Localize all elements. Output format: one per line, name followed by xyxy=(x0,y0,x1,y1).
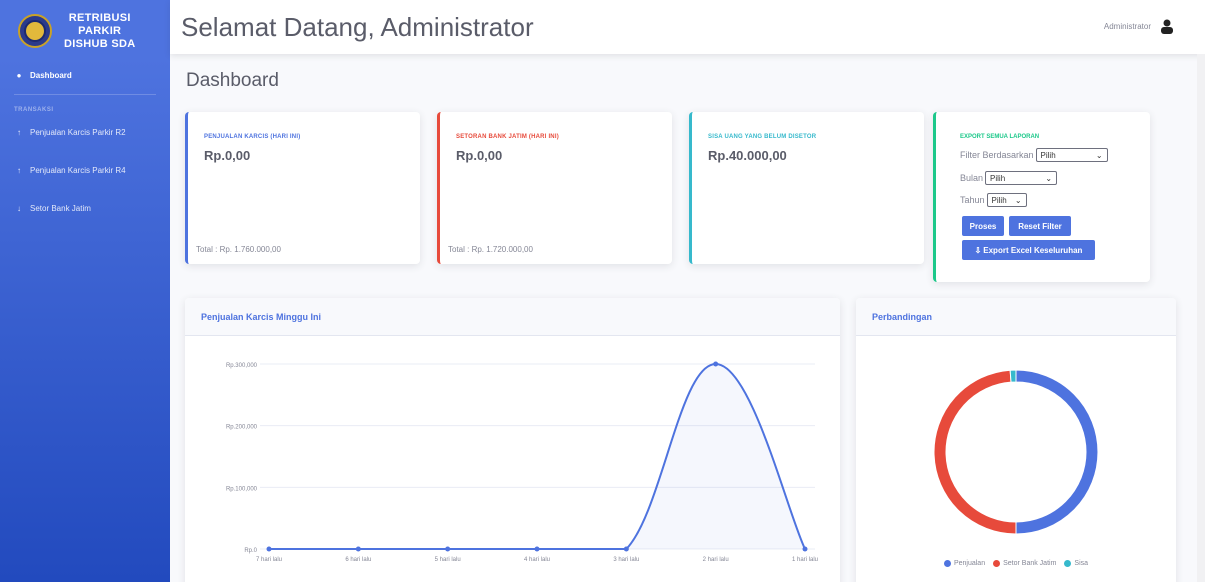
card-value: Rp.40.000,00 xyxy=(708,148,787,163)
sidebar-item-setor-bank[interactable]: ↓ Setor Bank Jatim xyxy=(0,195,170,221)
sidebar-item-label: Penjualan Karcis Parkir R4 xyxy=(30,165,126,175)
card-total: Total : Rp. 1.760.000,00 xyxy=(196,245,281,254)
brand-line: DISHUB SDA xyxy=(64,37,136,50)
export-excel-label: Export Excel Keseluruhan xyxy=(983,245,1083,255)
data-point xyxy=(534,546,540,552)
x-tick-label: 2 hari lalu xyxy=(703,557,729,563)
brand[interactable]: RETRIBUSI PARKIR DISHUB SDA xyxy=(0,0,170,62)
card-sisa: SISA UANG YANG BELUM DISETOR Rp.40.000,0… xyxy=(689,112,924,264)
x-tick-label: 4 hari lalu xyxy=(524,557,550,563)
donut-slice xyxy=(1015,369,1099,535)
download-icon: ⇩ xyxy=(974,245,982,255)
sidebar-item-label: Setor Bank Jatim xyxy=(30,203,91,213)
arrow-up-icon: ↑ xyxy=(17,165,21,175)
bulan-select[interactable]: Pilih ⌄ xyxy=(985,171,1058,185)
donut-slice xyxy=(1009,369,1017,383)
donut-slice xyxy=(933,369,1017,535)
sidebar-item-label: Dashboard xyxy=(30,70,72,80)
card-label: SISA UANG YANG BELUM DISETOR xyxy=(708,134,817,140)
topbar: Selamat Datang, Administrator Administra… xyxy=(170,0,1205,54)
data-point xyxy=(802,546,808,552)
arrow-up-icon: ↑ xyxy=(17,127,21,137)
brand-line: RETRIBUSI xyxy=(68,11,131,24)
sidebar-item-label: Penjualan Karcis Parkir R2 xyxy=(30,127,126,137)
arrow-down-icon: ↓ xyxy=(17,203,21,213)
y-tick-label: Rp.0 xyxy=(244,548,257,554)
tahun-select-value: Pilih xyxy=(991,195,1007,205)
bulan-label: Bulan xyxy=(960,173,984,183)
card-export: EXPORT SEMUA LAPORAN Filter Berdasarkan … xyxy=(933,112,1150,282)
reset-filter-button[interactable]: Reset Filter xyxy=(1009,216,1071,236)
legend-item-sisa: Sisa xyxy=(1064,560,1088,567)
sidebar-divider xyxy=(14,94,156,95)
donut-chart xyxy=(933,369,1099,535)
chevron-down-icon: ⌄ xyxy=(1014,195,1022,205)
sidebar-item-penjualan-r2[interactable]: ↑ Penjualan Karcis Parkir R2 xyxy=(0,119,170,145)
card-total: Total : Rp. 1.720.000,00 xyxy=(448,245,533,254)
x-tick-label: 6 hari lalu xyxy=(345,557,371,563)
card-value: Rp.0,00 xyxy=(204,148,251,163)
legend-item-setor: Setor Bank Jatim xyxy=(993,560,1056,567)
sidebar-item-penjualan-r4[interactable]: ↑ Penjualan Karcis Parkir R4 xyxy=(0,157,170,183)
x-tick-label: 3 hari lalu xyxy=(613,557,639,563)
page-title: Dashboard xyxy=(186,70,279,91)
legend-dot xyxy=(993,560,1001,567)
filter-label: Filter Berdasarkan xyxy=(960,150,1034,160)
donut-chart-card: Perbandingan Penjualan Setor Bank Jatim … xyxy=(856,298,1176,582)
dishub-emblem-logo xyxy=(18,14,52,48)
sidebar-heading: TRANSAKSI xyxy=(14,107,54,113)
filter-select[interactable]: Pilih ⌄ xyxy=(1035,148,1108,162)
tahun-select[interactable]: Pilih ⌄ xyxy=(986,193,1027,207)
area-fill xyxy=(269,364,805,549)
export-label: EXPORT SEMUA LAPORAN xyxy=(960,134,1040,140)
tachometer-icon: ● xyxy=(16,70,22,80)
data-point xyxy=(713,361,719,367)
legend-dot xyxy=(943,560,951,567)
data-point xyxy=(266,546,272,552)
card-label: PENJUALAN KARCIS (HARI INI) xyxy=(204,134,301,140)
bulan-select-value: Pilih xyxy=(990,173,1006,183)
export-excel-button[interactable]: ⇩ Export Excel Keseluruhan xyxy=(962,240,1095,260)
donut-chart-title: Perbandingan xyxy=(856,298,1176,336)
line-chart-card: Penjualan Karcis Minggu Ini Rp.0 Rp.100,0… xyxy=(185,298,840,582)
card-setoran: SETORAN BANK JATIM (HARI INI) Rp.0,00 To… xyxy=(437,112,672,264)
proses-button[interactable]: Proses xyxy=(962,216,1004,236)
sidebar: RETRIBUSI PARKIR DISHUB SDA ● Dashboard … xyxy=(0,0,170,582)
chevron-down-icon: ⌄ xyxy=(1095,150,1103,160)
card-penjualan: PENJUALAN KARCIS (HARI INI) Rp.0,00 Tota… xyxy=(185,112,420,264)
data-point xyxy=(355,546,361,552)
y-tick-label: Rp.200,000 xyxy=(226,425,258,431)
card-label: SETORAN BANK JATIM (HARI INI) xyxy=(456,134,559,140)
scrollbar[interactable] xyxy=(1197,54,1205,582)
sidebar-item-dashboard[interactable]: ● Dashboard xyxy=(0,62,170,88)
legend-item-penjualan: Penjualan xyxy=(943,560,986,567)
y-tick-label: Rp.100,000 xyxy=(226,486,258,492)
line-chart-title: Penjualan Karcis Minggu Ini xyxy=(185,298,840,336)
brand-text: RETRIBUSI PARKIR DISHUB SDA xyxy=(64,12,135,51)
x-tick-label: 1 hari lalu xyxy=(792,557,818,563)
legend-label: Penjualan xyxy=(953,560,986,567)
user-icon xyxy=(1161,19,1173,34)
x-tick-label: 7 hari lalu xyxy=(256,557,282,563)
filter-select-value: Pilih xyxy=(1040,150,1056,160)
user-menu[interactable]: Administrator xyxy=(1104,18,1175,34)
data-point xyxy=(445,546,451,552)
legend-label: Setor Bank Jatim xyxy=(1003,560,1057,567)
legend-dot xyxy=(1064,560,1072,567)
filter-row: Filter Berdasarkan Pilih ⌄ xyxy=(960,148,1108,162)
y-tick-label: Rp.300,000 xyxy=(226,363,258,369)
legend-label: Sisa xyxy=(1074,560,1089,567)
user-name: Administrator xyxy=(1103,21,1151,31)
welcome-title: Selamat Datang, Administrator xyxy=(181,11,534,42)
chevron-down-icon: ⌄ xyxy=(1045,173,1053,183)
bulan-row: Bulan Pilih ⌄ xyxy=(960,171,1058,185)
line-chart: Rp.0 Rp.100,000 Rp.200,000 Rp.300,000 7 hari… xyxy=(226,361,818,563)
donut-legend: Penjualan Setor Bank Jatim Sisa xyxy=(856,560,1176,567)
card-value: Rp.0,00 xyxy=(456,148,503,163)
tahun-label: Tahun xyxy=(960,195,985,205)
x-tick-label: 5 hari lalu xyxy=(435,557,461,563)
tahun-row: Tahun Pilih ⌄ xyxy=(960,193,1027,207)
brand-line: PARKIR xyxy=(78,24,122,37)
data-point xyxy=(623,546,629,552)
